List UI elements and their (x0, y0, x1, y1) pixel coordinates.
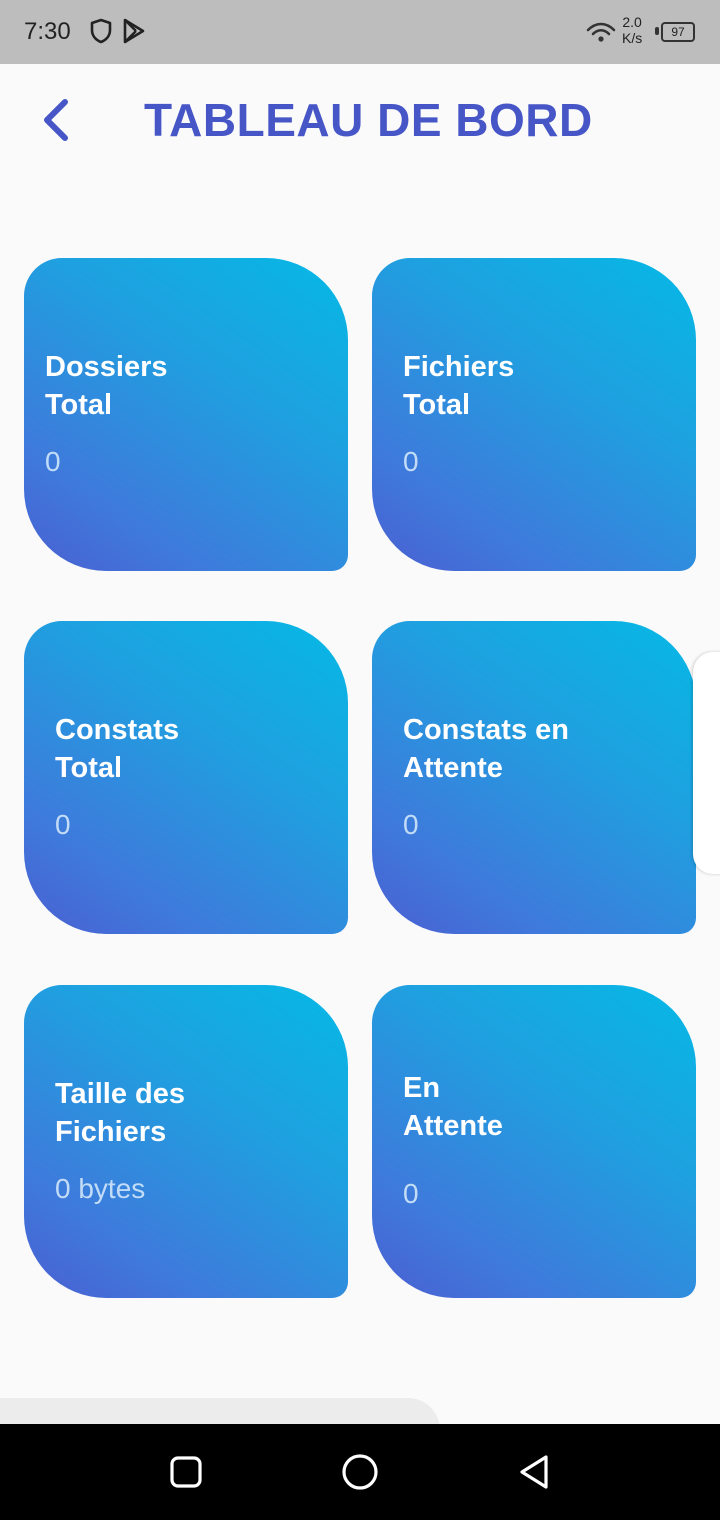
home-icon (342, 1454, 378, 1490)
app-header: TABLEAU DE BORD (0, 64, 720, 184)
page-title: TABLEAU DE BORD (144, 94, 593, 146)
card-label-line2: Attente (403, 1110, 503, 1142)
back-button[interactable] (30, 94, 82, 146)
card-label: Constats en Attente (403, 711, 643, 787)
wifi-icon (586, 22, 616, 42)
battery-icon: 97 (655, 22, 695, 42)
home-button[interactable] (336, 1448, 384, 1496)
card-value: 0 (45, 446, 61, 477)
card-en-attente[interactable]: En Attente 0 (372, 985, 696, 1298)
chevron-left-icon (44, 99, 68, 141)
card-constats-en-attente[interactable]: Constats en Attente 0 (372, 621, 696, 934)
play-store-icon (123, 18, 145, 44)
shield-icon (90, 18, 112, 44)
card-taille-des-fichiers[interactable]: Taille des Fichiers 0 bytes (24, 985, 348, 1298)
network-speed-value: 2.0 (622, 14, 642, 30)
card-value: 0 bytes (55, 1173, 146, 1204)
nav-back-button[interactable] (510, 1448, 558, 1496)
card-value: 0 (403, 809, 419, 840)
recent-apps-icon (170, 1456, 202, 1488)
network-speed: 2.0 K/s (622, 14, 642, 46)
card-label-line1: Dossiers (45, 351, 168, 383)
network-speed-unit: K/s (622, 30, 643, 46)
card-label-line2: Total (55, 752, 123, 784)
card-label: Dossiers Total (45, 348, 285, 424)
status-time: 7:30 (24, 18, 71, 45)
card-fichiers-total[interactable]: Fichiers Total 0 (372, 258, 696, 571)
battery-level: 97 (661, 22, 695, 42)
card-label-line2: Total (45, 389, 113, 421)
card-label-line2: Fichiers (55, 1116, 167, 1148)
card-label: En Attente (403, 1069, 643, 1145)
edge-panel-handle[interactable] (693, 652, 720, 874)
status-bar: 7:30 2.0 K/s 97 (0, 0, 720, 64)
card-label-line2: Attente (403, 752, 503, 784)
card-label-line1: Constats (55, 714, 180, 746)
card-value: 0 (403, 1178, 419, 1209)
card-label-line1: Fichiers (403, 351, 515, 383)
card-label-line1: En (403, 1072, 441, 1104)
card-label-line2: Total (403, 389, 471, 421)
card-constats-total[interactable]: Constats Total 0 (24, 621, 348, 934)
card-value: 0 (403, 446, 419, 477)
card-label-line1: Taille des (55, 1078, 186, 1110)
card-dossiers-total[interactable]: Dossiers Total 0 (24, 258, 348, 571)
card-label: Fichiers Total (403, 348, 643, 424)
back-triangle-icon (520, 1455, 548, 1489)
card-value: 0 (55, 809, 71, 840)
card-label-line1: Constats en (403, 714, 569, 746)
card-label: Constats Total (55, 711, 295, 787)
card-label: Taille des Fichiers (55, 1075, 295, 1151)
recent-apps-button[interactable] (162, 1448, 210, 1496)
system-nav-bar (0, 1424, 720, 1520)
